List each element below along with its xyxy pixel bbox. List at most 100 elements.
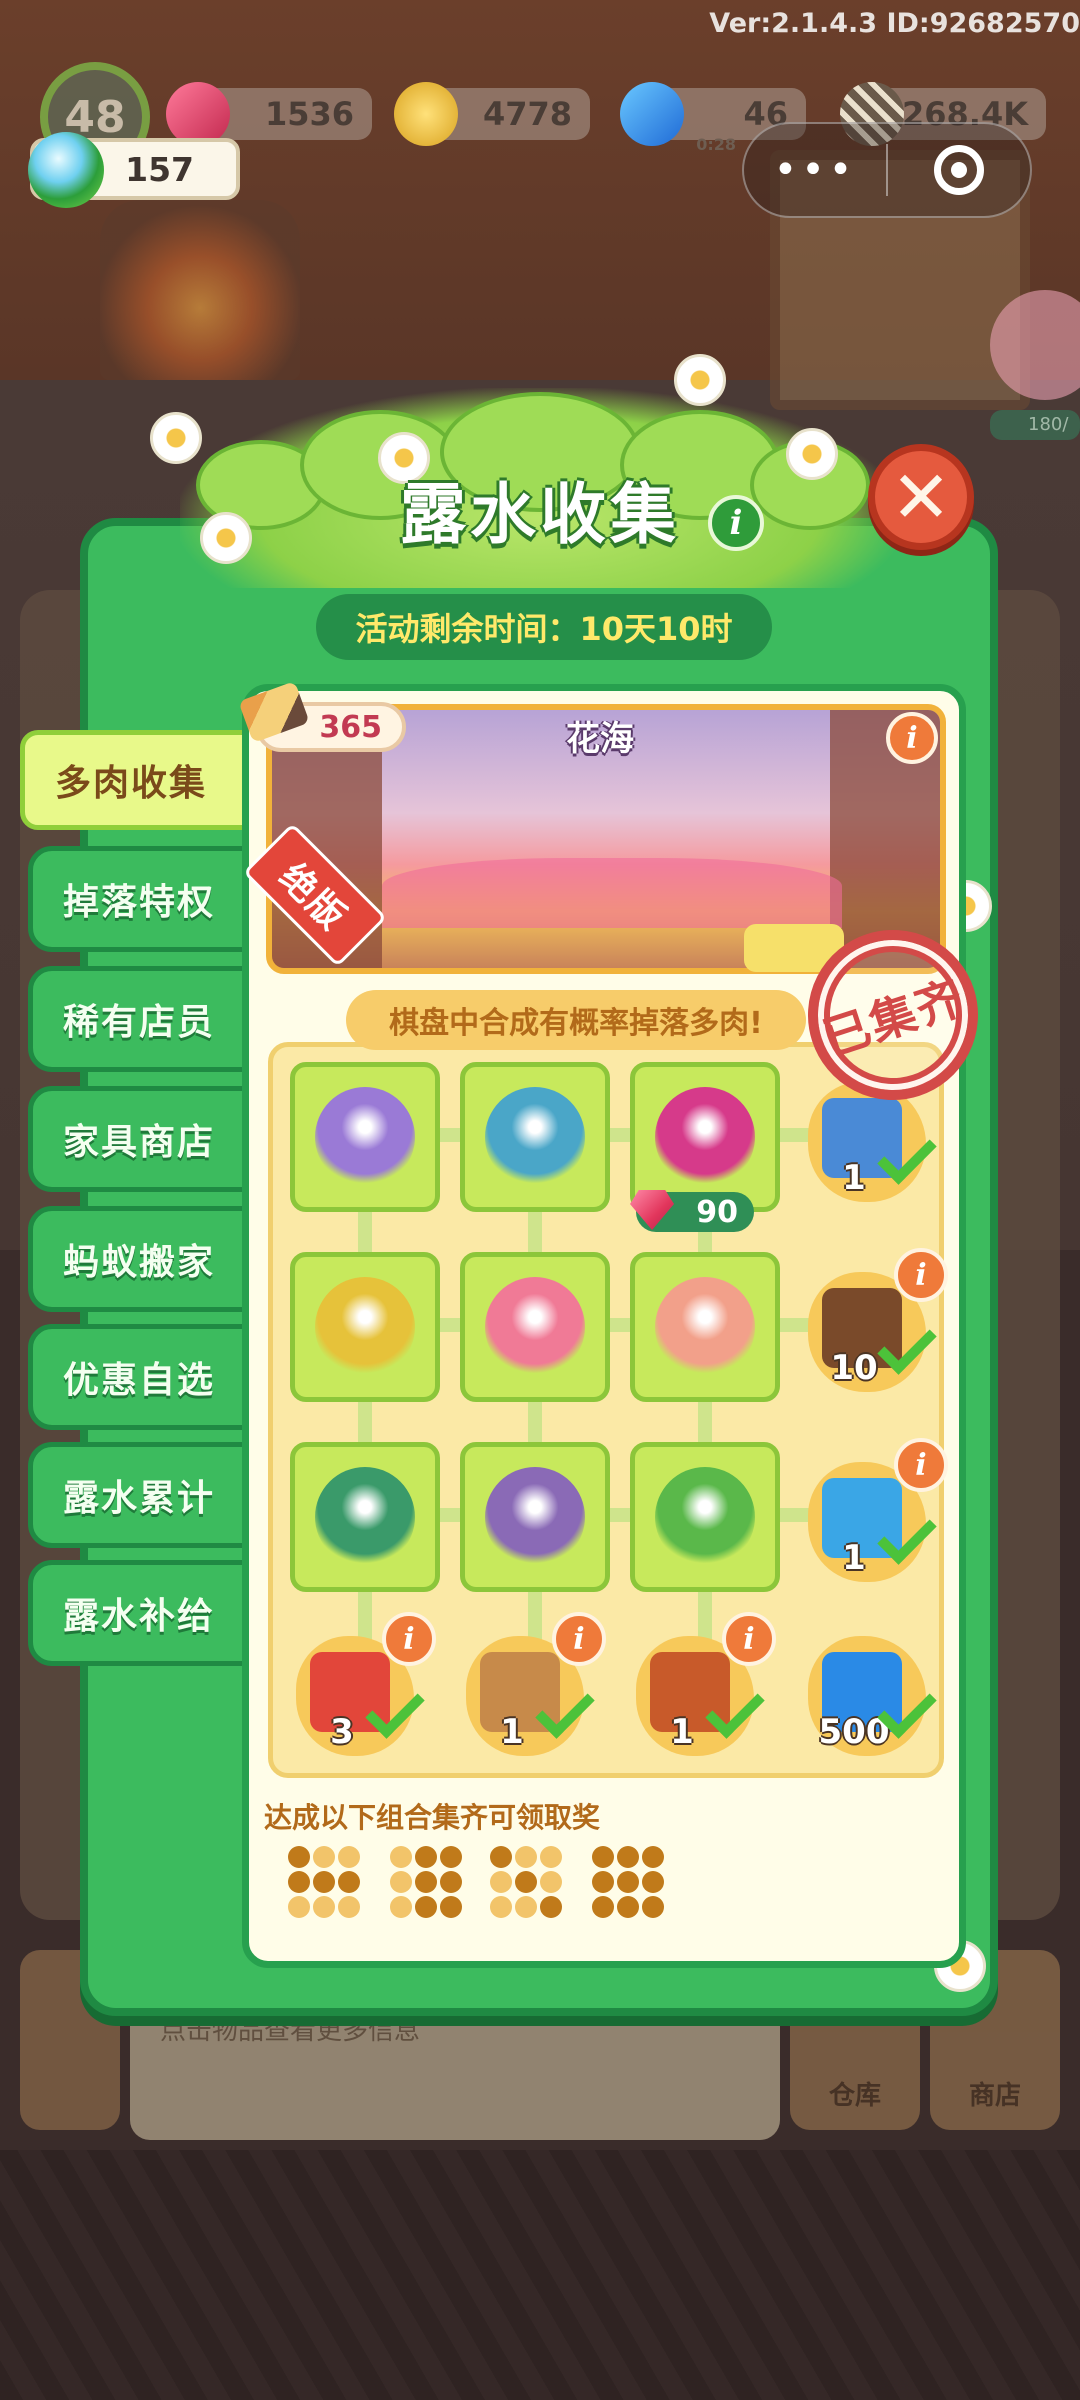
combo-dot (338, 1896, 360, 1918)
combo-dot (440, 1846, 462, 1868)
yellow-flower-pot-icon (315, 1277, 415, 1377)
drop-hint: 棋盘中合成有概率掉落多肉! (346, 990, 806, 1050)
succulent-cell-purple-succulent[interactable] (290, 1062, 440, 1212)
combo-dot (288, 1896, 310, 1918)
more-icon: ••• (773, 147, 857, 193)
shop-label: 商店 (968, 2081, 1021, 2111)
combo-dot (440, 1871, 462, 1893)
succulent-cell-pink-succulent-pot[interactable] (460, 1252, 610, 1402)
flower-decoration (674, 354, 726, 406)
combo-dot (515, 1846, 537, 1868)
combo-pattern (490, 1846, 568, 1918)
combo-dot (288, 1871, 310, 1893)
piggy-bank-progress: 180/ (990, 410, 1080, 440)
warehouse-label: 仓库 (828, 2081, 881, 2111)
dew-counter[interactable]: 157 (28, 132, 240, 208)
pencil-count: 365 (319, 709, 382, 745)
reward-info-icon[interactable]: i (382, 1612, 436, 1666)
version-label: Ver:2.1.4.3 ID:92682570 (709, 8, 1080, 39)
combo-dot (515, 1871, 537, 1893)
combo-dot (592, 1871, 614, 1893)
tab-ant-moving[interactable]: 蚂蚁搬家 (28, 1206, 248, 1312)
floor-pattern (0, 2150, 1080, 2400)
title-info-icon[interactable]: i (708, 495, 764, 551)
combo-dot (313, 1846, 335, 1868)
combo-dot (642, 1846, 664, 1868)
combo-dot (642, 1871, 664, 1893)
column-reward-treasure-chest[interactable]: 1i (636, 1612, 776, 1766)
target-icon (933, 145, 984, 195)
tab-dew-accumulate[interactable]: 露水累计 (28, 1442, 248, 1548)
combo-pattern (390, 1846, 468, 1918)
combo-dot (313, 1871, 335, 1893)
mini-program-capsule: ••• (742, 122, 1032, 218)
combo-dot (490, 1871, 512, 1893)
succulent-cell-green-rosette-pot[interactable] (630, 1442, 780, 1592)
succulent-cell-yellow-flower-pot[interactable] (290, 1252, 440, 1402)
combo-pattern (288, 1846, 366, 1918)
tab-discount-choice[interactable]: 优惠自选 (28, 1324, 248, 1430)
blue-succulent-icon (485, 1087, 585, 1187)
combo-dot (540, 1846, 562, 1868)
column-reward-scissors[interactable]: 3i (296, 1612, 436, 1766)
gem-price-value: 90 (696, 1194, 738, 1230)
combo-pattern (592, 1846, 670, 1918)
green-rosette-pot-icon (655, 1467, 755, 1567)
column-reward-house[interactable]: 1i (466, 1612, 606, 1766)
tab-drop-privilege[interactable]: 掉落特权 (28, 846, 248, 952)
combo-dot (540, 1896, 562, 1918)
combo-dot (288, 1846, 310, 1868)
combo-dot (313, 1896, 335, 1918)
combo-dot (415, 1871, 437, 1893)
close-button[interactable]: ✕ (868, 444, 974, 550)
column-reward-lightning[interactable]: 500 (808, 1626, 937, 1766)
exit-mini-program-button[interactable] (888, 124, 1030, 216)
coin-counter[interactable]: 4778 (394, 82, 590, 146)
combo-dot (592, 1846, 614, 1868)
combo-dot (390, 1846, 412, 1868)
energy-timer: 0:28 (696, 135, 736, 154)
succulent-cell-magenta-succulent[interactable] (630, 1062, 780, 1212)
combo-dot (490, 1896, 512, 1918)
combo-dot (617, 1871, 639, 1893)
combo-dot (390, 1871, 412, 1893)
modal-title: 露水收集 (400, 476, 680, 553)
reward-info-icon[interactable]: i (894, 1438, 948, 1492)
reward-info-icon[interactable]: i (722, 1612, 776, 1666)
tab-dew-supply[interactable]: 露水补给 (28, 1560, 248, 1666)
flower-decoration (200, 512, 252, 564)
combo-dot (642, 1896, 664, 1918)
mixed-planter-box-icon (485, 1467, 585, 1567)
combo-dot (617, 1896, 639, 1918)
dew-value: 157 (125, 149, 194, 189)
tab-succulent-collection[interactable]: 多肉收集 (20, 730, 266, 830)
succulent-cell-peach-succulent[interactable] (630, 1252, 780, 1402)
reward-info-icon[interactable]: i (894, 1248, 948, 1302)
combo-dot (415, 1846, 437, 1868)
gem-value: 1536 (264, 95, 354, 133)
tab-furniture-shop[interactable]: 家具商店 (28, 1086, 248, 1192)
banner-title: 花海 (566, 719, 634, 759)
combo-dot (592, 1896, 614, 1918)
combo-dot (415, 1896, 437, 1918)
fireplace (100, 200, 300, 380)
combo-dot (490, 1846, 512, 1868)
gem-icon (166, 82, 230, 146)
dew-drop-icon (28, 132, 104, 208)
row-reward-blue-box[interactable]: 1i (808, 1438, 948, 1592)
gem-price-tag[interactable]: 90 (630, 1190, 754, 1232)
banner-flower-field (382, 858, 842, 928)
succulent-cell-green-succulent-bowl[interactable] (290, 1442, 440, 1592)
flower-decoration (786, 428, 838, 480)
combo-dot (440, 1896, 462, 1918)
gem-counter[interactable]: 1536 (166, 82, 372, 146)
banner-info-icon[interactable]: i (886, 712, 938, 764)
more-menu-button[interactable]: ••• (744, 124, 886, 216)
succulent-cell-mixed-planter-box[interactable] (460, 1442, 610, 1592)
reward-info-icon[interactable]: i (552, 1612, 606, 1666)
purple-succulent-icon (315, 1087, 415, 1187)
row-reward-bag[interactable]: 10 i (808, 1248, 948, 1402)
succulent-cell-blue-succulent[interactable] (460, 1062, 610, 1212)
event-timer: 活动剩余时间：10天10时 (316, 594, 772, 660)
tab-rare-staff[interactable]: 稀有店员 (28, 966, 248, 1072)
